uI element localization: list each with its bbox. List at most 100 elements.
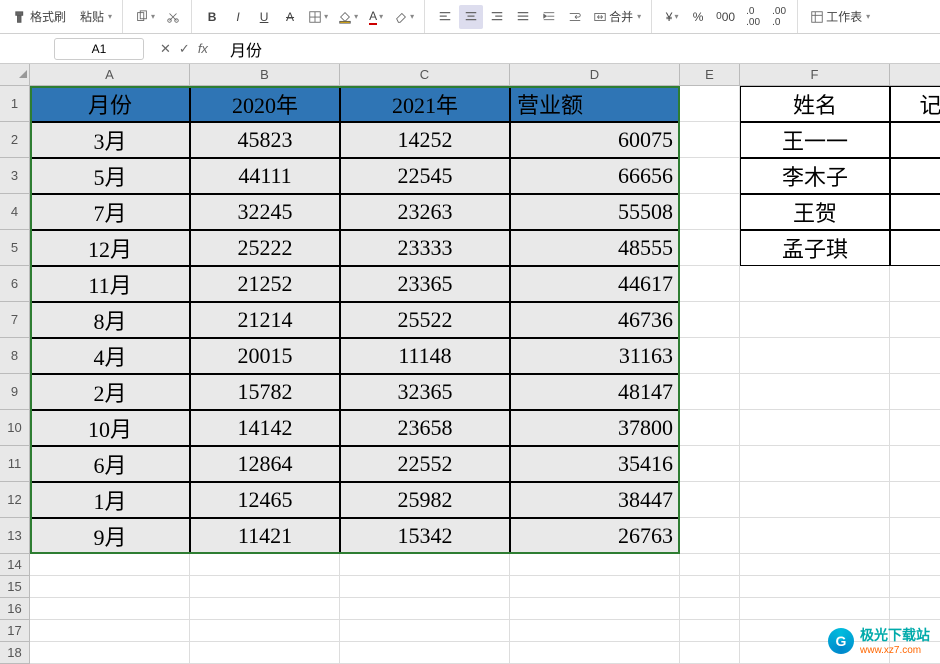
- cell[interactable]: 5月: [30, 158, 190, 194]
- cell[interactable]: 营业额: [510, 86, 680, 122]
- cell[interactable]: [680, 158, 740, 194]
- cell[interactable]: [890, 598, 940, 620]
- cell[interactable]: 44617: [510, 266, 680, 302]
- decrease-decimal-button[interactable]: .00.0: [767, 5, 791, 29]
- cell[interactable]: 35416: [510, 446, 680, 482]
- cell[interactable]: [890, 266, 940, 302]
- cell[interactable]: 记: [890, 86, 940, 122]
- cell[interactable]: [740, 518, 890, 554]
- cell[interactable]: 14252: [340, 122, 510, 158]
- cell[interactable]: 2021年: [340, 86, 510, 122]
- cell[interactable]: [680, 576, 740, 598]
- paste-button[interactable]: 粘贴 ▾: [74, 5, 116, 29]
- cell[interactable]: [890, 302, 940, 338]
- cell[interactable]: 15782: [190, 374, 340, 410]
- cell[interactable]: [30, 576, 190, 598]
- cell[interactable]: [890, 554, 940, 576]
- cell[interactable]: [890, 446, 940, 482]
- cell[interactable]: 王贺: [740, 194, 890, 230]
- cell[interactable]: [890, 230, 940, 266]
- cell[interactable]: [680, 482, 740, 518]
- cell[interactable]: [190, 598, 340, 620]
- cell[interactable]: 25522: [340, 302, 510, 338]
- cell[interactable]: 2月: [30, 374, 190, 410]
- italic-button[interactable]: I: [226, 5, 250, 29]
- cell[interactable]: [680, 302, 740, 338]
- cell[interactable]: [340, 554, 510, 576]
- currency-button[interactable]: ¥▾: [660, 5, 684, 29]
- cell[interactable]: [890, 338, 940, 374]
- cancel-icon[interactable]: ✕: [160, 41, 171, 57]
- col-header-C[interactable]: C: [340, 64, 510, 86]
- col-header-B[interactable]: B: [190, 64, 340, 86]
- cell[interactable]: 姓名: [740, 86, 890, 122]
- col-header-E[interactable]: E: [680, 64, 740, 86]
- cell[interactable]: 6月: [30, 446, 190, 482]
- col-header-A[interactable]: A: [30, 64, 190, 86]
- cell[interactable]: 12864: [190, 446, 340, 482]
- worksheet-button[interactable]: 工作表 ▾: [806, 5, 874, 29]
- cell[interactable]: [340, 642, 510, 664]
- row-header-3[interactable]: 3: [0, 158, 30, 194]
- cell[interactable]: [740, 598, 890, 620]
- cell[interactable]: [740, 554, 890, 576]
- cell[interactable]: 14142: [190, 410, 340, 446]
- cell[interactable]: [680, 338, 740, 374]
- cell[interactable]: [510, 598, 680, 620]
- cell[interactable]: [680, 642, 740, 664]
- cell[interactable]: [740, 302, 890, 338]
- cell[interactable]: 1月: [30, 482, 190, 518]
- cell[interactable]: [340, 598, 510, 620]
- align-right-button[interactable]: [485, 5, 509, 29]
- cell[interactable]: 66656: [510, 158, 680, 194]
- cell[interactable]: [890, 194, 940, 230]
- cell[interactable]: [680, 86, 740, 122]
- row-header-16[interactable]: 16: [0, 598, 30, 620]
- cell[interactable]: [30, 642, 190, 664]
- cell[interactable]: 45823: [190, 122, 340, 158]
- cell[interactable]: [740, 374, 890, 410]
- cell[interactable]: 11月: [30, 266, 190, 302]
- cell[interactable]: [30, 598, 190, 620]
- formula-input[interactable]: [224, 38, 936, 60]
- cell[interactable]: [680, 194, 740, 230]
- cell[interactable]: 王一一: [740, 122, 890, 158]
- cell[interactable]: 48555: [510, 230, 680, 266]
- row-header-2[interactable]: 2: [0, 122, 30, 158]
- cell[interactable]: [890, 518, 940, 554]
- strikethrough-button[interactable]: A: [278, 5, 302, 29]
- row-header-9[interactable]: 9: [0, 374, 30, 410]
- cell[interactable]: [340, 576, 510, 598]
- cell[interactable]: 孟子琪: [740, 230, 890, 266]
- cell[interactable]: 11421: [190, 518, 340, 554]
- cell[interactable]: 12465: [190, 482, 340, 518]
- fx-icon[interactable]: fx: [198, 41, 208, 56]
- row-header-5[interactable]: 5: [0, 230, 30, 266]
- cell[interactable]: 32365: [340, 374, 510, 410]
- cut-button[interactable]: [161, 5, 185, 29]
- cell[interactable]: [680, 518, 740, 554]
- cell[interactable]: 9月: [30, 518, 190, 554]
- cell[interactable]: 11148: [340, 338, 510, 374]
- cell[interactable]: 44111: [190, 158, 340, 194]
- cell[interactable]: [30, 554, 190, 576]
- cell[interactable]: 55508: [510, 194, 680, 230]
- cell[interactable]: [190, 554, 340, 576]
- comma-button[interactable]: 000: [712, 5, 739, 29]
- cell[interactable]: [680, 266, 740, 302]
- cell[interactable]: [890, 482, 940, 518]
- row-header-18[interactable]: 18: [0, 642, 30, 664]
- cell[interactable]: 26763: [510, 518, 680, 554]
- cell[interactable]: [680, 410, 740, 446]
- cell[interactable]: 23333: [340, 230, 510, 266]
- fill-color-button[interactable]: ▾: [334, 5, 362, 29]
- merge-cells-button[interactable]: 合并 ▾: [589, 5, 645, 29]
- cell[interactable]: 38447: [510, 482, 680, 518]
- row-header-10[interactable]: 10: [0, 410, 30, 446]
- cell[interactable]: [890, 410, 940, 446]
- select-all-corner[interactable]: [0, 64, 30, 86]
- cell[interactable]: 12月: [30, 230, 190, 266]
- cell[interactable]: 8月: [30, 302, 190, 338]
- cell[interactable]: [510, 642, 680, 664]
- cell[interactable]: 32245: [190, 194, 340, 230]
